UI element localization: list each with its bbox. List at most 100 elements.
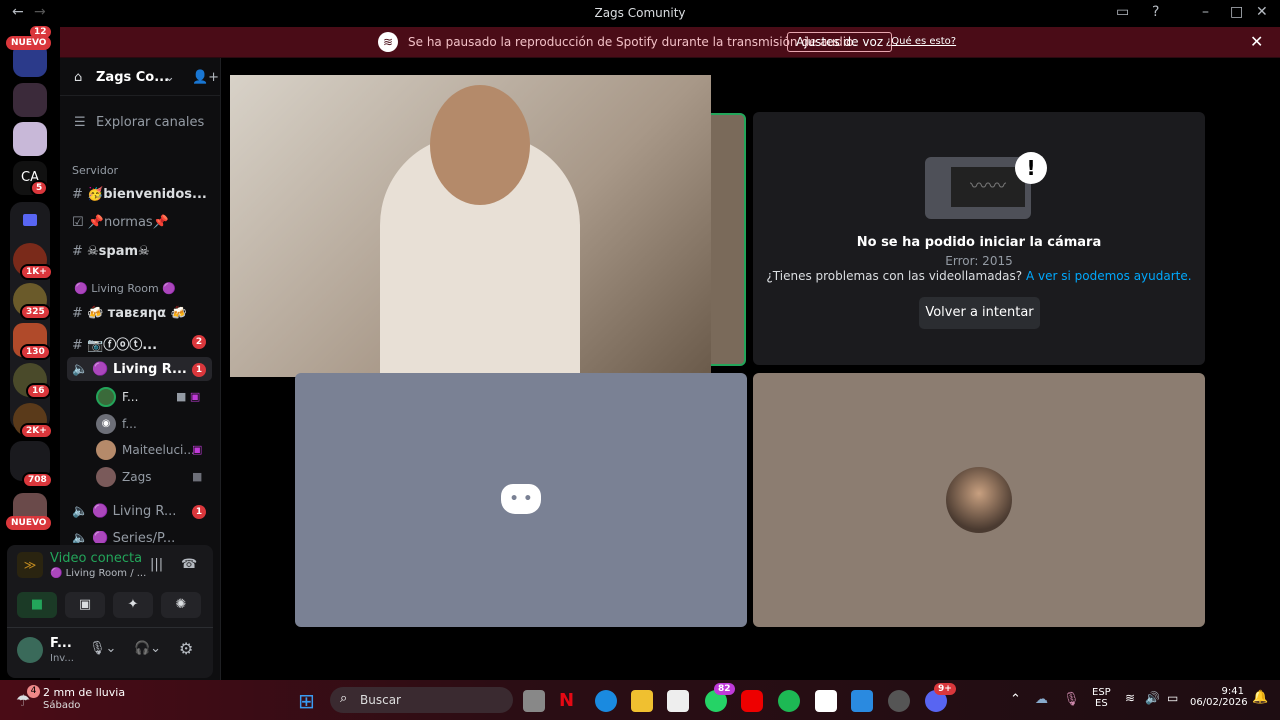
camera-icon: ■ <box>192 470 203 483</box>
chevron-down-icon[interactable]: ⌄ <box>164 70 175 85</box>
spotify-icon: ≋ <box>378 32 398 52</box>
close-window-button[interactable]: ✕ <box>1256 4 1268 20</box>
user-name: F... <box>50 636 72 651</box>
voice-user-name[interactable]: Zags <box>122 470 151 484</box>
video-tile-user[interactable] <box>753 373 1205 627</box>
settings-gear-icon[interactable]: ⚙ <box>179 639 193 658</box>
voice-user-name[interactable]: f... <box>122 417 137 431</box>
channel-item[interactable]: # 📷ⓕⓞⓣ... <box>72 334 157 353</box>
window-title: Zags Comunity <box>594 6 686 20</box>
server-badge: 325 <box>20 304 51 320</box>
discord-badge: 9+ <box>934 683 956 695</box>
minimize-button[interactable]: – <box>1202 4 1209 20</box>
microphone-icon[interactable]: 🎙⌄ <box>89 641 116 656</box>
video-tile-discord-user[interactable]: • • <box>295 373 747 627</box>
app-icon[interactable] <box>851 690 873 712</box>
language-indicator[interactable]: ESP ES <box>1092 687 1111 709</box>
voice-channel-item[interactable]: 🔈 🟣 Series/P... <box>72 531 175 543</box>
noise-suppression-icon[interactable]: ||| <box>150 557 163 572</box>
close-banner-icon[interactable]: ✕ <box>1250 32 1263 51</box>
tray-chevron-up-icon[interactable]: ⌃ <box>1010 692 1021 707</box>
channel-item[interactable]: ☑ 📌normas📌 <box>72 215 169 230</box>
unread-badge: 1 <box>192 505 206 519</box>
channel-name: 🟣 Living R... <box>92 504 177 519</box>
wifi-icon[interactable]: ≋ <box>1125 691 1135 705</box>
user-avatar[interactable] <box>17 637 43 663</box>
youtube-icon[interactable] <box>741 690 763 712</box>
server-icon[interactable] <box>13 83 47 117</box>
channel-item[interactable]: # 🥳bienvenidos... <box>72 187 207 202</box>
volume-icon[interactable]: 🔊 <box>1145 691 1160 705</box>
voice-status: Video conectac <box>50 551 142 566</box>
microphone-tray-icon[interactable]: 🎙 <box>1063 692 1080 707</box>
voice-channel-item[interactable]: 🔈 🟣 Living R... <box>72 504 176 519</box>
edge-icon[interactable] <box>595 690 617 712</box>
channel-name: 🟣 Series/P... <box>92 531 176 543</box>
speaker-icon: 🔈 <box>72 504 93 519</box>
error-title: No se ha podido iniciar la cámara <box>856 235 1102 250</box>
voice-channel-path[interactable]: 🟣 Living Room / ... <box>50 568 146 579</box>
help-icon[interactable]: ? <box>1152 4 1159 20</box>
whatsapp-badge: 82 <box>714 683 735 695</box>
discord-avatar: ◉ <box>96 414 116 434</box>
explore-channels[interactable]: Explorar canales <box>96 115 204 130</box>
face <box>430 85 530 205</box>
inbox-icon[interactable]: ▭ <box>1116 4 1129 20</box>
unread-badge: 1 <box>192 363 206 377</box>
headphones-icon[interactable]: 🎧⌄ <box>134 641 161 656</box>
task-view-icon[interactable] <box>523 690 545 712</box>
voice-settings-button[interactable]: Ajustes de voz <box>787 32 893 52</box>
browse-channels-icon: ☰ <box>74 115 86 130</box>
camera-video-feed[interactable] <box>230 75 711 377</box>
app-icon[interactable] <box>888 690 910 712</box>
clock[interactable]: 9:41 06/02/2026 <box>1190 686 1248 708</box>
help-link[interactable]: A ver si podemos ayudarte. <box>1026 269 1192 283</box>
retry-button[interactable]: Volver a intentar <box>919 297 1040 329</box>
server-name[interactable]: Zags Co... <box>96 70 169 85</box>
new-badge: NUEVO <box>6 516 52 530</box>
server-icon[interactable] <box>13 122 47 156</box>
activities-button[interactable]: ✦ <box>113 592 153 618</box>
camera-icon: ■ ▣ <box>176 390 201 403</box>
home-icon: ⌂ <box>74 70 83 85</box>
connection-icon[interactable]: ≫ <box>17 552 43 578</box>
disconnect-icon[interactable]: ☎ <box>181 557 197 572</box>
file-explorer-icon[interactable] <box>631 690 653 712</box>
taskbar: ☂ 4 2 mm de lluvia Sábado ⊞ ⌕ Buscar N 8… <box>0 680 1280 720</box>
what-is-this-link[interactable]: ¿Qué es esto? <box>886 36 956 47</box>
windows-start-icon[interactable]: ⊞ <box>298 689 315 713</box>
weather-text[interactable]: 2 mm de lluvia <box>43 686 125 699</box>
search-box[interactable]: ⌕ Buscar <box>330 687 513 713</box>
screen-share-button[interactable]: ▣ <box>65 592 105 618</box>
camera-button[interactable]: ■ <box>17 592 57 618</box>
server-badge: 130 <box>20 344 51 360</box>
channel-item[interactable]: # 🍻 тавεяηα 🍻 <box>72 306 187 321</box>
folder-icon <box>23 214 37 226</box>
divider <box>7 627 213 628</box>
voice-user-name[interactable]: Maiteeluci... <box>122 443 195 457</box>
netflix-icon[interactable]: N <box>559 690 581 712</box>
category-living-room[interactable]: 🟣 Living Room 🟣 <box>74 282 176 295</box>
voice-user-name[interactable]: F... <box>122 390 138 404</box>
soundboard-button[interactable]: ✺ <box>161 592 201 618</box>
category-server[interactable]: Servidor <box>72 164 118 177</box>
maximize-button[interactable]: □ <box>1230 4 1243 20</box>
notification-bell-icon[interactable]: 🔔 <box>1252 690 1268 705</box>
speaker-icon: 🔈 <box>72 362 93 377</box>
invite-icon[interactable]: 👤+ <box>192 70 219 85</box>
video-stage: 〰〰 ! No se ha podido iniciar la cámara E… <box>221 58 1280 680</box>
server-badge: 2K+ <box>20 423 53 439</box>
spotify-icon[interactable] <box>778 690 800 712</box>
voice-channel-item[interactable]: 🔈 🟣 Living R... <box>72 362 187 377</box>
camera-error-tile: 〰〰 ! No se ha podido iniciar la cámara E… <box>753 112 1205 365</box>
channel-name: 📌normas📌 <box>87 215 169 230</box>
server-badge: 1K+ <box>20 264 53 280</box>
onedrive-icon[interactable]: ☁ <box>1035 692 1048 707</box>
battery-icon[interactable]: ▭ <box>1167 691 1178 705</box>
store-icon[interactable] <box>667 690 689 712</box>
channel-item[interactable]: # ☠spam☠ <box>72 244 150 259</box>
server-badge: 708 <box>22 472 53 488</box>
app-icon[interactable] <box>815 690 837 712</box>
activity-icon: ▣ <box>192 443 203 456</box>
notice-banner: ≋ Se ha pausado la reproducción de Spoti… <box>60 27 1280 58</box>
